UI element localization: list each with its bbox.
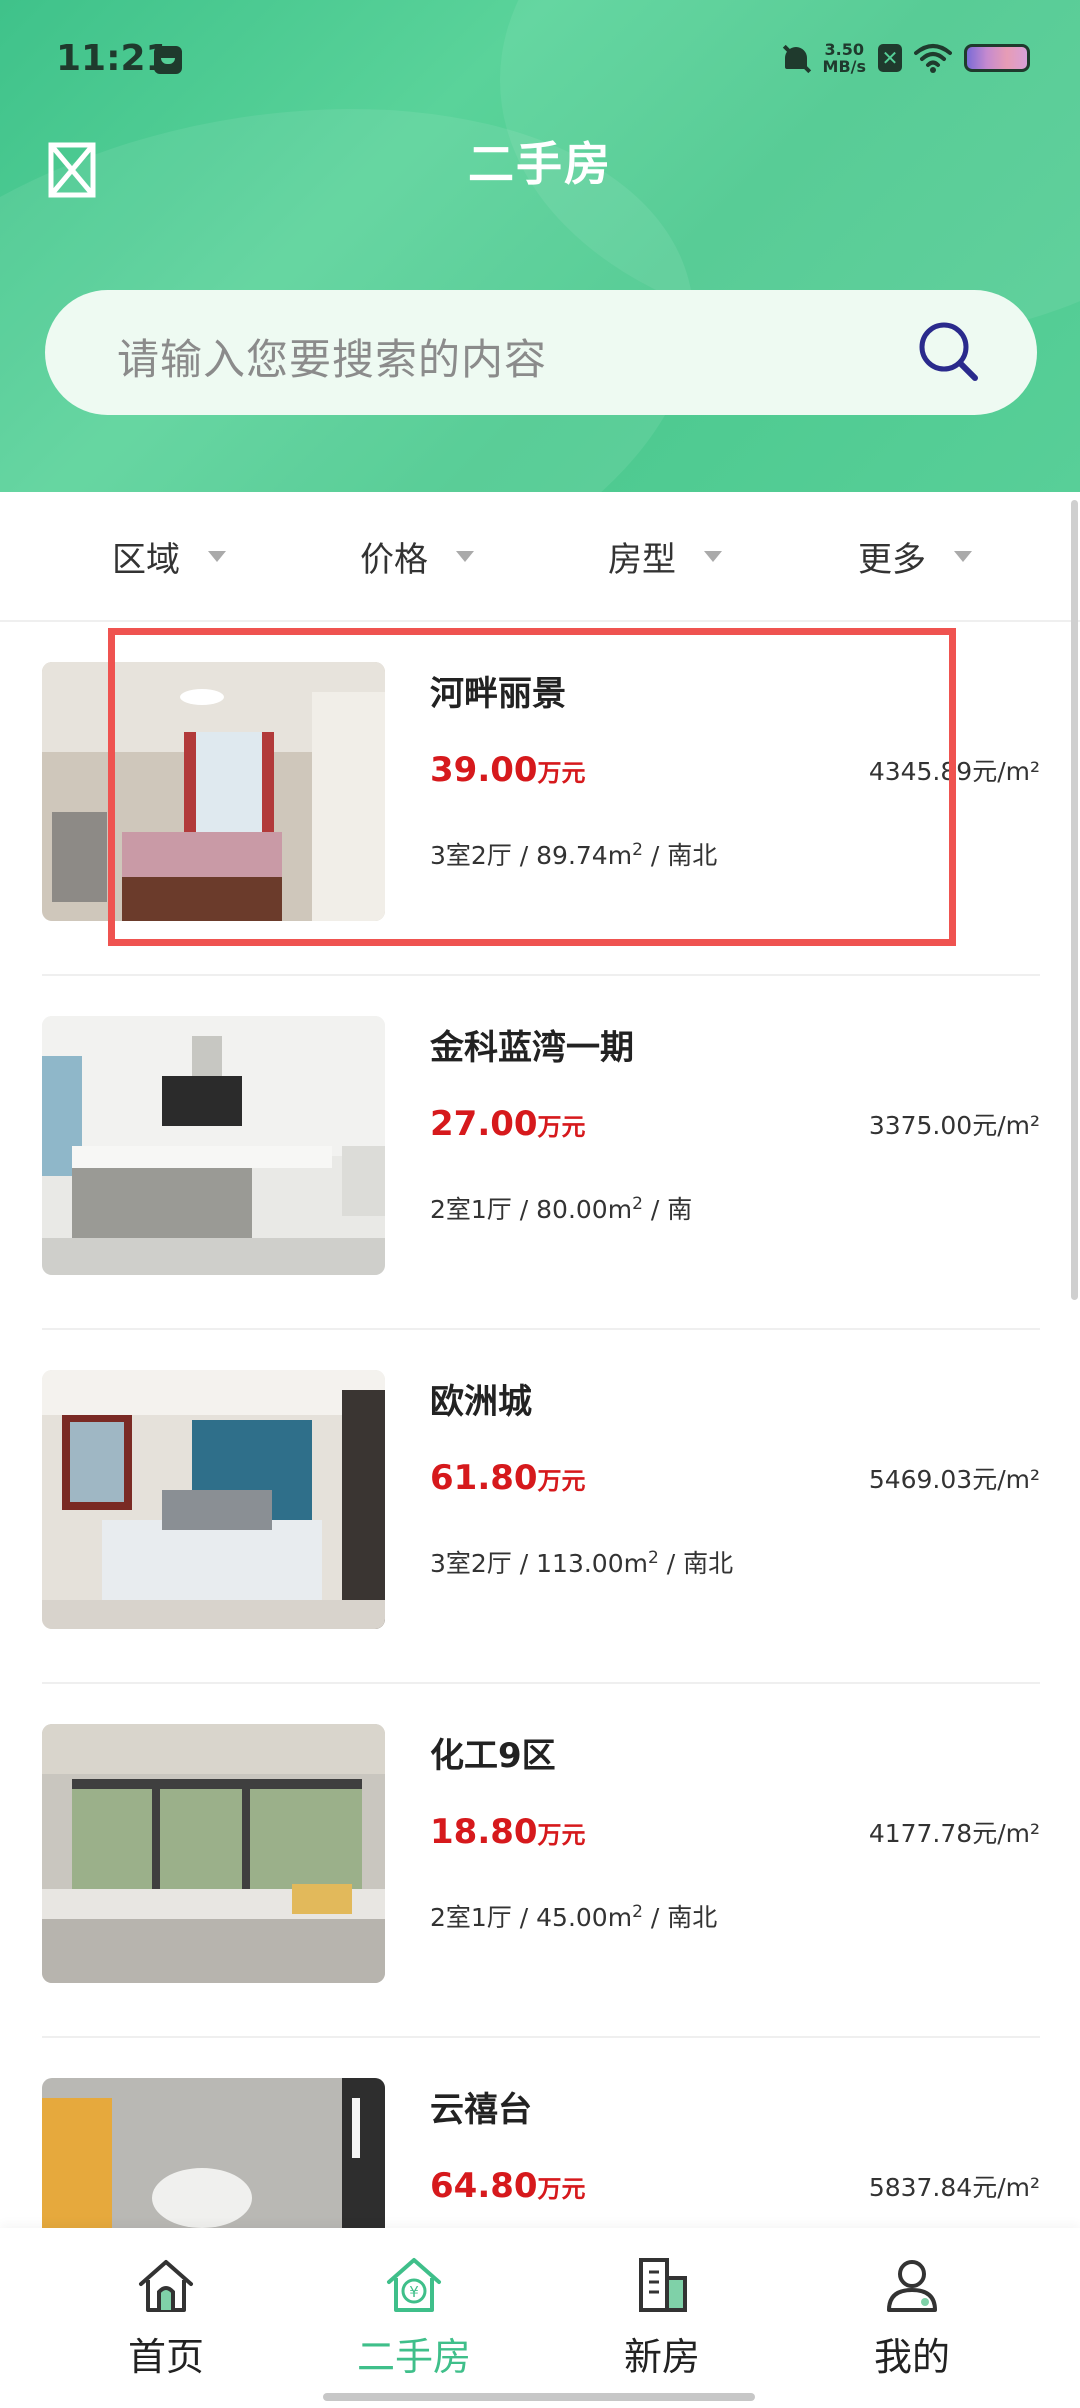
nav-new-house[interactable]: 新房 <box>572 2254 752 2381</box>
network-speed: 3.50 MB/s <box>823 41 866 75</box>
header: 11:21 3.50 MB/s ✕ 二手房 请输入您要搜索的内容 <box>0 0 1080 492</box>
filter-layout[interactable]: 房型 <box>608 492 722 620</box>
listing-card[interactable]: 金科蓝湾一期 27.00万元 3375.00元/m² 2室1厅 / 80.00m… <box>42 976 1040 1330</box>
filter-label: 更多 <box>858 539 926 580</box>
nav-label: 二手房 <box>356 2335 471 2379</box>
nav-profile[interactable]: 我的 <box>822 2254 1002 2381</box>
search-input[interactable]: 请输入您要搜索的内容 <box>45 290 1037 415</box>
svg-text:¥: ¥ <box>409 2283 419 2301</box>
status-icons: 3.50 MB/s ✕ <box>781 40 1030 76</box>
nav-label: 我的 <box>873 2335 950 2379</box>
caret-down-icon <box>456 550 474 562</box>
listing-unit-price: 5837.84元/m² <box>868 2173 1040 2202</box>
nav-label: 首页 <box>127 2335 204 2379</box>
listing-unit-price: 5469.03元/m² <box>868 1465 1040 1494</box>
caret-down-icon <box>954 550 972 562</box>
scrollbar[interactable] <box>1071 500 1078 1300</box>
filter-region[interactable]: 区域 <box>112 492 226 620</box>
highlight-box <box>108 628 956 946</box>
listing-price: 61.80万元 <box>430 1458 586 1498</box>
listing-specs: 3室2厅 / 113.00m2 / 南北 <box>430 1548 734 1578</box>
home-icon <box>139 2260 193 2312</box>
listing-specs: 2室1厅 / 80.00m2 / 南 <box>430 1194 693 1224</box>
listing-name: 欧洲城 <box>430 1382 532 1422</box>
caret-down-icon <box>704 550 722 562</box>
filter-price[interactable]: 价格 <box>360 492 474 620</box>
filter-label: 房型 <box>608 539 676 580</box>
nav-label: 新房 <box>623 2335 700 2379</box>
listing-price: 64.80万元 <box>430 2166 586 2206</box>
search-placeholder: 请输入您要搜索的内容 <box>117 335 548 384</box>
page-title: 二手房 <box>468 137 612 191</box>
filter-label: 区域 <box>112 539 180 580</box>
listing-photo <box>42 1016 385 1275</box>
resale-house-icon: ¥ <box>387 2258 441 2312</box>
home-indicator <box>323 2393 755 2401</box>
filter-more[interactable]: 更多 <box>858 492 972 620</box>
caret-down-icon <box>208 550 226 562</box>
listing-unit-price: 4177.78元/m² <box>868 1819 1040 1848</box>
new-building-icon <box>639 2258 687 2312</box>
listing-name: 金科蓝湾一期 <box>430 1028 634 1068</box>
listing-card[interactable]: 化工9区 18.80万元 4177.78元/m² 2室1厅 / 45.00m2 … <box>42 1684 1040 2038</box>
listing-name: 化工9区 <box>430 1736 556 1776</box>
battery-icon <box>964 44 1030 72</box>
listing-photo <box>42 1370 385 1629</box>
profile-icon <box>887 2260 937 2312</box>
network-speed-unit: MB/s <box>822 57 866 76</box>
listing-price: 27.00万元 <box>430 1104 586 1144</box>
filter-bar: 区域 价格 房型 更多 <box>0 492 1080 622</box>
app-notification-icon: ✕ <box>878 44 902 72</box>
listing-unit-price: 3375.00元/m² <box>868 1111 1040 1140</box>
listing-specs: 2室1厅 / 45.00m2 / 南北 <box>430 1902 718 1932</box>
bottom-nav: 首页 ¥ 二手房 新房 我的 <box>0 2228 1080 2408</box>
listing-photo <box>42 1724 385 1983</box>
filter-label: 价格 <box>360 539 428 580</box>
listing-name: 云禧台 <box>430 2090 532 2130</box>
nav-home[interactable]: 首页 <box>76 2254 256 2381</box>
search-icon[interactable] <box>915 318 981 384</box>
nav-resale[interactable]: ¥ 二手房 <box>324 2254 504 2381</box>
status-bar: 11:21 3.50 MB/s ✕ <box>0 0 1080 110</box>
notification-app-icon <box>154 46 182 74</box>
bell-off-icon <box>781 43 811 73</box>
listing-card[interactable]: 欧洲城 61.80万元 5469.03元/m² 3室2厅 / 113.00m2 … <box>42 1330 1040 1684</box>
wifi-icon <box>914 44 952 73</box>
listing-price: 18.80万元 <box>430 1812 586 1852</box>
